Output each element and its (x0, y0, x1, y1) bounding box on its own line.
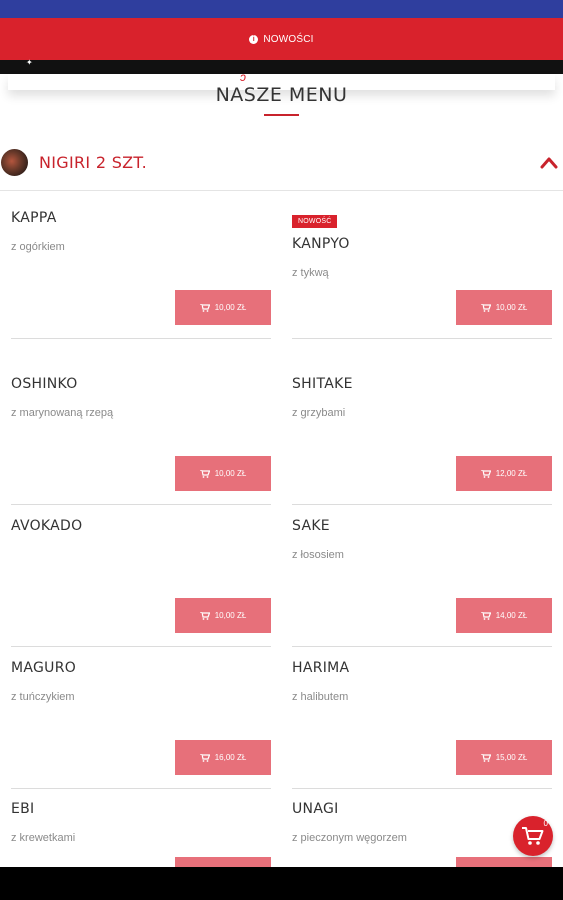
cart-icon (199, 611, 210, 620)
section-header-nigiri[interactable]: NIGIRI 2 SZT. (0, 140, 563, 188)
add-to-cart-button[interactable]: 16,00 ZŁ (175, 740, 271, 775)
item-description: z halibutem (292, 691, 349, 703)
section-title: NIGIRI 2 SZT. (39, 153, 147, 172)
menu-item: MAGURO z tuńczykiem 16,00 ZŁ (11, 648, 271, 789)
news-banner-label: NOWOŚCI (263, 33, 314, 45)
info-icon: i (249, 34, 259, 44)
cart-icon (480, 611, 491, 620)
cart-icon (480, 303, 491, 312)
menu-item: HARIMA z halibutem 15,00 ZŁ (292, 648, 552, 789)
price-label: 16,00 ZŁ (214, 753, 247, 762)
add-to-cart-button[interactable]: 14,00 ZŁ (456, 598, 552, 633)
add-to-cart-button[interactable]: 12,00 ZŁ (456, 456, 552, 491)
item-name: KANPYO (292, 236, 350, 252)
item-description: z tuńczykiem (11, 691, 75, 703)
section-avatar (1, 149, 28, 176)
status-bar (0, 0, 563, 18)
item-description: z pieczonym węgorzem (292, 832, 407, 844)
floating-cart-button[interactable]: 0 (513, 816, 553, 856)
item-divider (11, 504, 271, 505)
add-to-cart-button[interactable]: 10,00 ZŁ (175, 290, 271, 325)
item-divider (292, 646, 552, 647)
divider (0, 190, 563, 191)
top-header-strip: ✦ (0, 58, 563, 74)
add-to-cart-button[interactable]: 10,00 ZŁ (175, 456, 271, 491)
item-name: EBI (11, 801, 35, 817)
add-to-cart-button[interactable]: 15,00 ZŁ (456, 740, 552, 775)
item-name: SHITAKE (292, 376, 353, 392)
item-description: z marynowaną rzepą (11, 407, 114, 419)
title-underline (264, 114, 299, 116)
cart-count: 0 (543, 819, 548, 828)
menu-item: NOWOŚĆ KANPYO z tykwą 10,00 ZŁ (292, 198, 552, 339)
price-label: 10,00 ZŁ (214, 303, 247, 312)
add-to-cart-button[interactable]: 10,00 ZŁ (175, 598, 271, 633)
item-name: MAGURO (11, 660, 77, 676)
item-divider (292, 504, 552, 505)
item-name: SAKE (292, 518, 330, 534)
page-title: NASZE MENU (215, 84, 348, 106)
menu-item: SAKE z łososiem 14,00 ZŁ (292, 506, 552, 647)
add-to-cart-button[interactable]: 10,00 ZŁ (456, 290, 552, 325)
price-label: 10,00 ZŁ (214, 469, 247, 478)
price-label: 12,00 ZŁ (495, 469, 528, 478)
decorative-swirl-icon: ↄ (240, 70, 246, 84)
item-description: z ogórkiem (11, 241, 65, 253)
item-name: KAPPA (11, 210, 57, 226)
item-description: z grzybami (292, 407, 346, 419)
news-banner[interactable]: i NOWOŚCI (0, 18, 563, 60)
chevron-up-icon[interactable] (539, 153, 559, 173)
price-label: 10,00 ZŁ (214, 611, 247, 620)
logo-icon: ✦ (26, 58, 33, 67)
item-name: UNAGI (292, 801, 339, 817)
price-label: 15,00 ZŁ (495, 753, 528, 762)
new-badge: NOWOŚĆ (292, 215, 338, 228)
item-divider (292, 338, 552, 339)
item-name: OSHINKO (11, 376, 78, 392)
item-description: z krewetkami (11, 832, 76, 844)
cart-icon (480, 753, 491, 762)
cart-icon (199, 469, 210, 478)
menu-item: AVOKADO 10,00 ZŁ (11, 506, 271, 647)
cart-icon (199, 303, 210, 312)
price-label: 10,00 ZŁ (495, 303, 528, 312)
item-name: AVOKADO (11, 518, 83, 534)
system-nav-bar (0, 867, 563, 900)
item-divider (11, 338, 271, 339)
item-name: HARIMA (292, 660, 350, 676)
item-description: z łososiem (292, 549, 344, 561)
cart-icon (480, 469, 491, 478)
menu-item: OSHINKO z marynowaną rzepą 10,00 ZŁ (11, 364, 271, 505)
item-divider (11, 646, 271, 647)
cart-icon (522, 827, 544, 845)
item-description: z tykwą (292, 267, 329, 279)
menu-item: SHITAKE z grzybami 12,00 ZŁ (292, 364, 552, 505)
cart-icon (199, 753, 210, 762)
menu-item: KAPPA z ogórkiem 10,00 ZŁ (11, 198, 271, 339)
price-label: 14,00 ZŁ (495, 611, 528, 620)
